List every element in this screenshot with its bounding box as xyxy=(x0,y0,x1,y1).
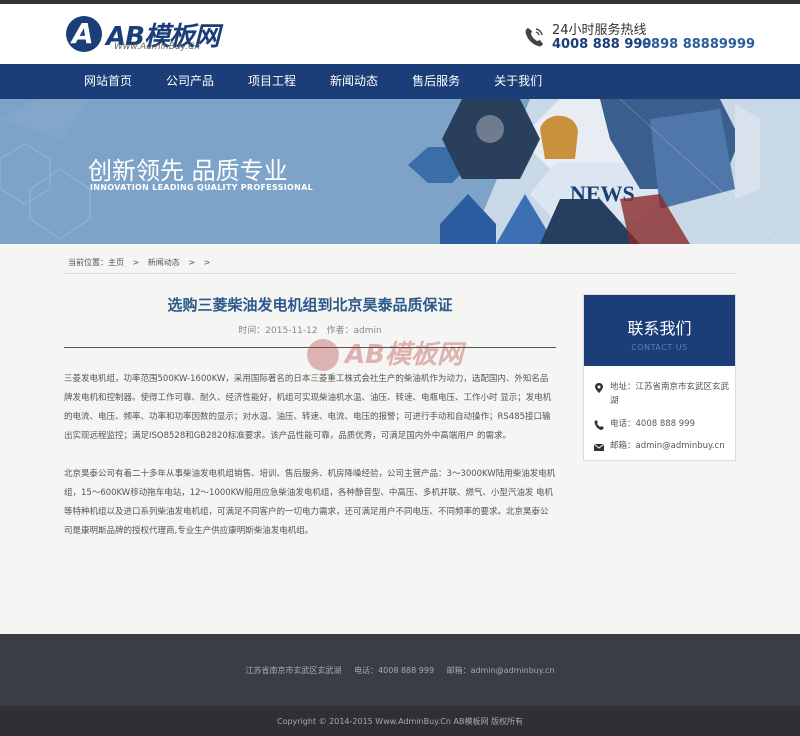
contact-phone-text: 电话：4008 888 999 xyxy=(610,419,695,429)
contact-email-text[interactable]: 邮箱：admin@adminbuy.cn xyxy=(610,441,725,451)
contact-email: 邮箱：admin@adminbuy.cn xyxy=(584,439,735,453)
contact-address-text: 地址：江苏省南京市玄武区玄武湖 xyxy=(610,382,730,406)
contact-phone: 电话：4008 888 999 xyxy=(584,417,735,431)
footer-phone: 电话：4008 888 999 xyxy=(354,666,435,675)
breadcrumb-prefix: 当前位置： xyxy=(68,258,108,267)
article-paragraph: 三菱发电机组，功率范围500KW-1600KW，采用国际著名的日本三菱重工株式会… xyxy=(64,374,552,441)
article-time: 2015-11-12 xyxy=(265,326,318,336)
banner-title: 创新领先 品质专业 xyxy=(88,157,288,185)
logo-subtext: Www.AdminBuy.Cn xyxy=(114,42,201,52)
contact-title: 联系我们 xyxy=(627,319,692,338)
article-divider xyxy=(64,347,556,348)
footer-bottom: Copyright © 2014-2015 Www.AdminBuy.Cn AB… xyxy=(0,706,800,736)
nav-projects[interactable]: 项目工程 xyxy=(231,64,313,99)
contact-header: 联系我们 CONTACT US xyxy=(584,295,735,366)
article-meta: 时间：2015-11-12 作者：admin xyxy=(64,323,556,339)
footer-address: 江苏省南京市玄武区玄武湖 xyxy=(245,666,342,675)
breadcrumb: 当前位置：主页 > 新闻动态 > > xyxy=(64,252,736,274)
site-logo[interactable]: A AB模板网 Www.AdminBuy.Cn xyxy=(66,14,226,56)
article-author: admin xyxy=(353,326,382,336)
site-header: A AB模板网 Www.AdminBuy.Cn 24小时服务热线 4008 88… xyxy=(0,4,800,64)
contact-address: 地址：江苏省南京市玄武区玄武湖 xyxy=(584,380,735,408)
site-footer: 江苏省南京市玄武区玄武湖 电话：4008 888 999 邮箱：admin@ad… xyxy=(0,634,800,736)
article: 选购三菱柴油发电机组到北京昊泰品质保证 时间：2015-11-12 作者：adm… xyxy=(64,294,556,560)
hotline-title: 24小时服务热线 xyxy=(552,23,647,38)
main-nav: 网站首页 公司产品 项目工程 新闻动态 售后服务 关于我们 xyxy=(0,64,800,99)
hotline-number-1: 4008 888 999 xyxy=(552,37,652,52)
article-author-label: 作者： xyxy=(326,326,354,336)
nav-news[interactable]: 新闻动态 xyxy=(313,64,395,99)
footer-contact: 江苏省南京市玄武区玄武湖 电话：4008 888 999 邮箱：admin@ad… xyxy=(0,665,800,676)
contact-box: 联系我们 CONTACT US 地址：江苏省南京市玄武区玄武湖 电话：4008 … xyxy=(583,294,736,461)
breadcrumb-sep: > xyxy=(203,258,211,267)
nav-about[interactable]: 关于我们 xyxy=(477,64,559,99)
article-paragraph: 北京昊泰公司有着二十多年从事柴油发电机组销售、培训、售后服务、机房降噪经验，公司… xyxy=(64,469,556,536)
hero-banner: NEWS 创新领先 品质专业 INNOVATION LEADING QUALIT… xyxy=(0,99,800,244)
footer-email[interactable]: 邮箱：admin@adminbuy.cn xyxy=(447,666,555,675)
article-time-label: 时间： xyxy=(238,326,266,336)
breadcrumb-home[interactable]: 主页 xyxy=(108,258,124,267)
banner-subtitle: INNOVATION LEADING QUALITY PROFESSIONAL xyxy=(90,183,314,192)
breadcrumb-sep: > xyxy=(188,258,196,267)
nav-products[interactable]: 公司产品 xyxy=(149,64,231,99)
footer-copyright: Copyright © 2014-2015 Www.AdminBuy.Cn AB… xyxy=(276,717,524,726)
map-pin-icon xyxy=(595,383,603,393)
hotline-number-2: 0898 88889999 xyxy=(642,37,756,52)
phone-icon xyxy=(594,420,604,430)
phone-icon xyxy=(525,28,543,47)
article-body: 三菱发电机组，功率范围500KW-1600KW，采用国际著名的日本三菱重工株式会… xyxy=(64,370,556,541)
breadcrumb-sep: > xyxy=(132,258,140,267)
logo-a-letter: A xyxy=(72,17,94,50)
hotline: 24小时服务热线 4008 888 999 0898 88889999 xyxy=(522,19,762,59)
nav-home[interactable]: 网站首页 xyxy=(67,64,149,99)
nav-service[interactable]: 售后服务 xyxy=(395,64,477,99)
mail-icon xyxy=(594,443,604,451)
article-title: 选购三菱柴油发电机组到北京昊泰品质保证 xyxy=(167,296,453,314)
contact-subtitle: CONTACT US xyxy=(631,343,688,352)
breadcrumb-news[interactable]: 新闻动态 xyxy=(148,258,180,267)
